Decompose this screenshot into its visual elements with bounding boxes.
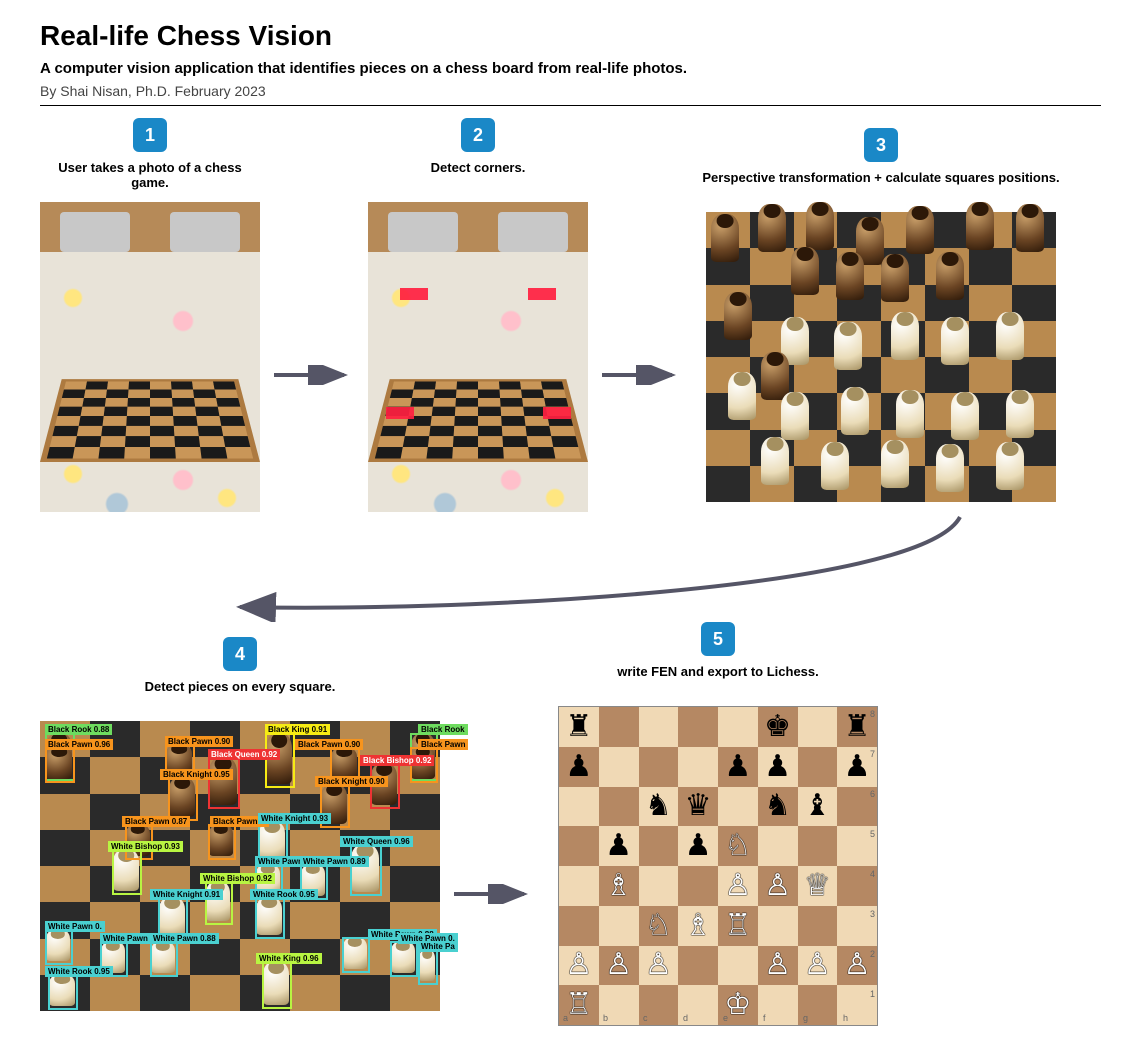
step-2-badge: 2 — [461, 118, 495, 152]
author-line: By Shai Nisan, Ph.D. February 2023 — [40, 83, 1101, 99]
detection-label: White Rook 0.95 — [45, 966, 113, 977]
rank-label: 1 — [870, 989, 875, 999]
file-label: b — [603, 1013, 608, 1023]
chess-piece-bp: ♟ — [718, 747, 758, 787]
step-2: 2 Detect corners. — [368, 118, 588, 512]
step-4-image: Black Rook 0.88 Black Pawn 0.96 Black Pawn… — [40, 721, 440, 1011]
file-label: a — [563, 1013, 568, 1023]
detection-label: Black Pawn 0.87 — [122, 816, 190, 827]
arrow-2-3 — [602, 365, 682, 385]
detection-label: White Bishop 0.92 — [200, 873, 275, 884]
step-4: 4 Detect pieces on every square. Black R… — [40, 637, 440, 1011]
detection-label: Black Rook 0.88 — [45, 724, 112, 735]
step-1-caption: User takes a photo of a chess game. — [40, 160, 260, 196]
chess-piece-wb: ♗ — [678, 906, 718, 946]
chess-piece-wp: ♙ — [639, 946, 679, 986]
detection-label: Black Knight 0.90 — [315, 776, 388, 787]
rank-label: 3 — [870, 909, 875, 919]
detection-label: Black Pawn 0.90 — [165, 736, 233, 747]
rank-label: 4 — [870, 869, 875, 879]
step-3-badge: 3 — [864, 128, 898, 162]
chess-piece-bp: ♟ — [599, 826, 639, 866]
file-label: c — [643, 1013, 648, 1023]
chess-piece-wp: ♙ — [758, 946, 798, 986]
step-1-image — [40, 202, 260, 512]
detection-label: White Queen 0.96 — [340, 836, 413, 847]
chess-piece-wp: ♙ — [758, 866, 798, 906]
arrow-3-4 — [40, 512, 1101, 622]
step-5-badge: 5 — [701, 622, 735, 656]
chess-piece-wp: ♙ — [559, 946, 599, 986]
detection-label: Black Pawn — [418, 739, 468, 750]
rank-label: 7 — [870, 749, 875, 759]
step-3-image — [706, 212, 1056, 502]
step-3: 3 Perspective transformation + calculate… — [696, 128, 1066, 502]
file-label: h — [843, 1013, 848, 1023]
detection-label: Black Knight 0.95 — [160, 769, 233, 780]
detection-label: Black Rook — [418, 724, 468, 735]
step-1: 1 User takes a photo of a chess game. — [40, 118, 260, 512]
detection-label: White Bishop 0.93 — [108, 841, 183, 852]
detection-label: Black King 0.91 — [265, 724, 330, 735]
chess-piece-wp: ♙ — [718, 866, 758, 906]
rank-label: 2 — [870, 949, 875, 959]
detection-label: White King 0.96 — [256, 953, 322, 964]
step-4-caption: Detect pieces on every square. — [145, 679, 336, 715]
step-2-caption: Detect corners. — [431, 160, 526, 196]
chess-piece-bb: ♝ — [798, 787, 838, 827]
step-2-image — [368, 202, 588, 512]
detection-label: White Pawn 0. — [45, 921, 105, 932]
arrow-4-5 — [454, 884, 534, 904]
chess-piece-wb: ♗ — [599, 866, 639, 906]
file-label: e — [723, 1013, 728, 1023]
page-subtitle: A computer vision application that ident… — [40, 60, 1101, 77]
arrow-1-2 — [274, 365, 354, 385]
detection-label: Black Queen 0.92 — [208, 749, 280, 760]
chess-piece-br: ♜ — [559, 707, 599, 747]
rank-label: 6 — [870, 789, 875, 799]
file-label: f — [763, 1013, 766, 1023]
file-label: d — [683, 1013, 688, 1023]
page-title: Real-life Chess Vision — [40, 20, 1101, 52]
steps-row-2: 4 Detect pieces on every square. Black R… — [40, 622, 1101, 1026]
detection-label: White Pa — [418, 941, 458, 952]
header-divider — [40, 105, 1101, 106]
detection-label: Black Pawn 0.90 — [295, 739, 363, 750]
step-5: 5 write FEN and export to Lichess. ♜♚♜♟♟… — [548, 622, 888, 1026]
chess-piece-wp: ♙ — [798, 946, 838, 986]
detection-label: Black Bishop 0.92 — [360, 755, 434, 766]
chess-piece-wq: ♕ — [798, 866, 838, 906]
chess-piece-bp: ♟ — [758, 747, 798, 787]
file-label: g — [803, 1013, 808, 1023]
steps-row-1: 1 User takes a photo of a chess game. 2 … — [40, 118, 1101, 512]
step-4-badge: 4 — [223, 637, 257, 671]
chess-piece-bp: ♟ — [559, 747, 599, 787]
chess-piece-wp: ♙ — [599, 946, 639, 986]
chess-piece-bn: ♞ — [758, 787, 798, 827]
rank-label: 8 — [870, 709, 875, 719]
chess-piece-bk: ♚ — [758, 707, 798, 747]
detection-label: White Knight 0.91 — [150, 889, 223, 900]
detection-label: White Pawn 0.88 — [150, 933, 219, 944]
chess-piece-bn: ♞ — [639, 787, 679, 827]
chess-piece-wr: ♖ — [718, 906, 758, 946]
step-5-image: ♜♚♜♟♟♟♟♞♛♞♝♟♟♘♗♙♙♕♘♗♖♙♙♙♙♙♙♖♔87654321abc… — [558, 706, 878, 1026]
detection-label: White Rook 0.95 — [250, 889, 318, 900]
step-1-badge: 1 — [133, 118, 167, 152]
chess-piece-wn: ♘ — [639, 906, 679, 946]
chess-piece-wn: ♘ — [718, 826, 758, 866]
rank-label: 5 — [870, 829, 875, 839]
step-3-caption: Perspective transformation + calculate s… — [702, 170, 1059, 206]
chess-piece-bq: ♛ — [678, 787, 718, 827]
step-5-caption: write FEN and export to Lichess. — [617, 664, 819, 700]
detection-label: White Pawn 0.89 — [300, 856, 369, 867]
detection-label: White Knight 0.93 — [258, 813, 331, 824]
chess-piece-bp: ♟ — [678, 826, 718, 866]
detection-label: Black Pawn 0.96 — [45, 739, 113, 750]
